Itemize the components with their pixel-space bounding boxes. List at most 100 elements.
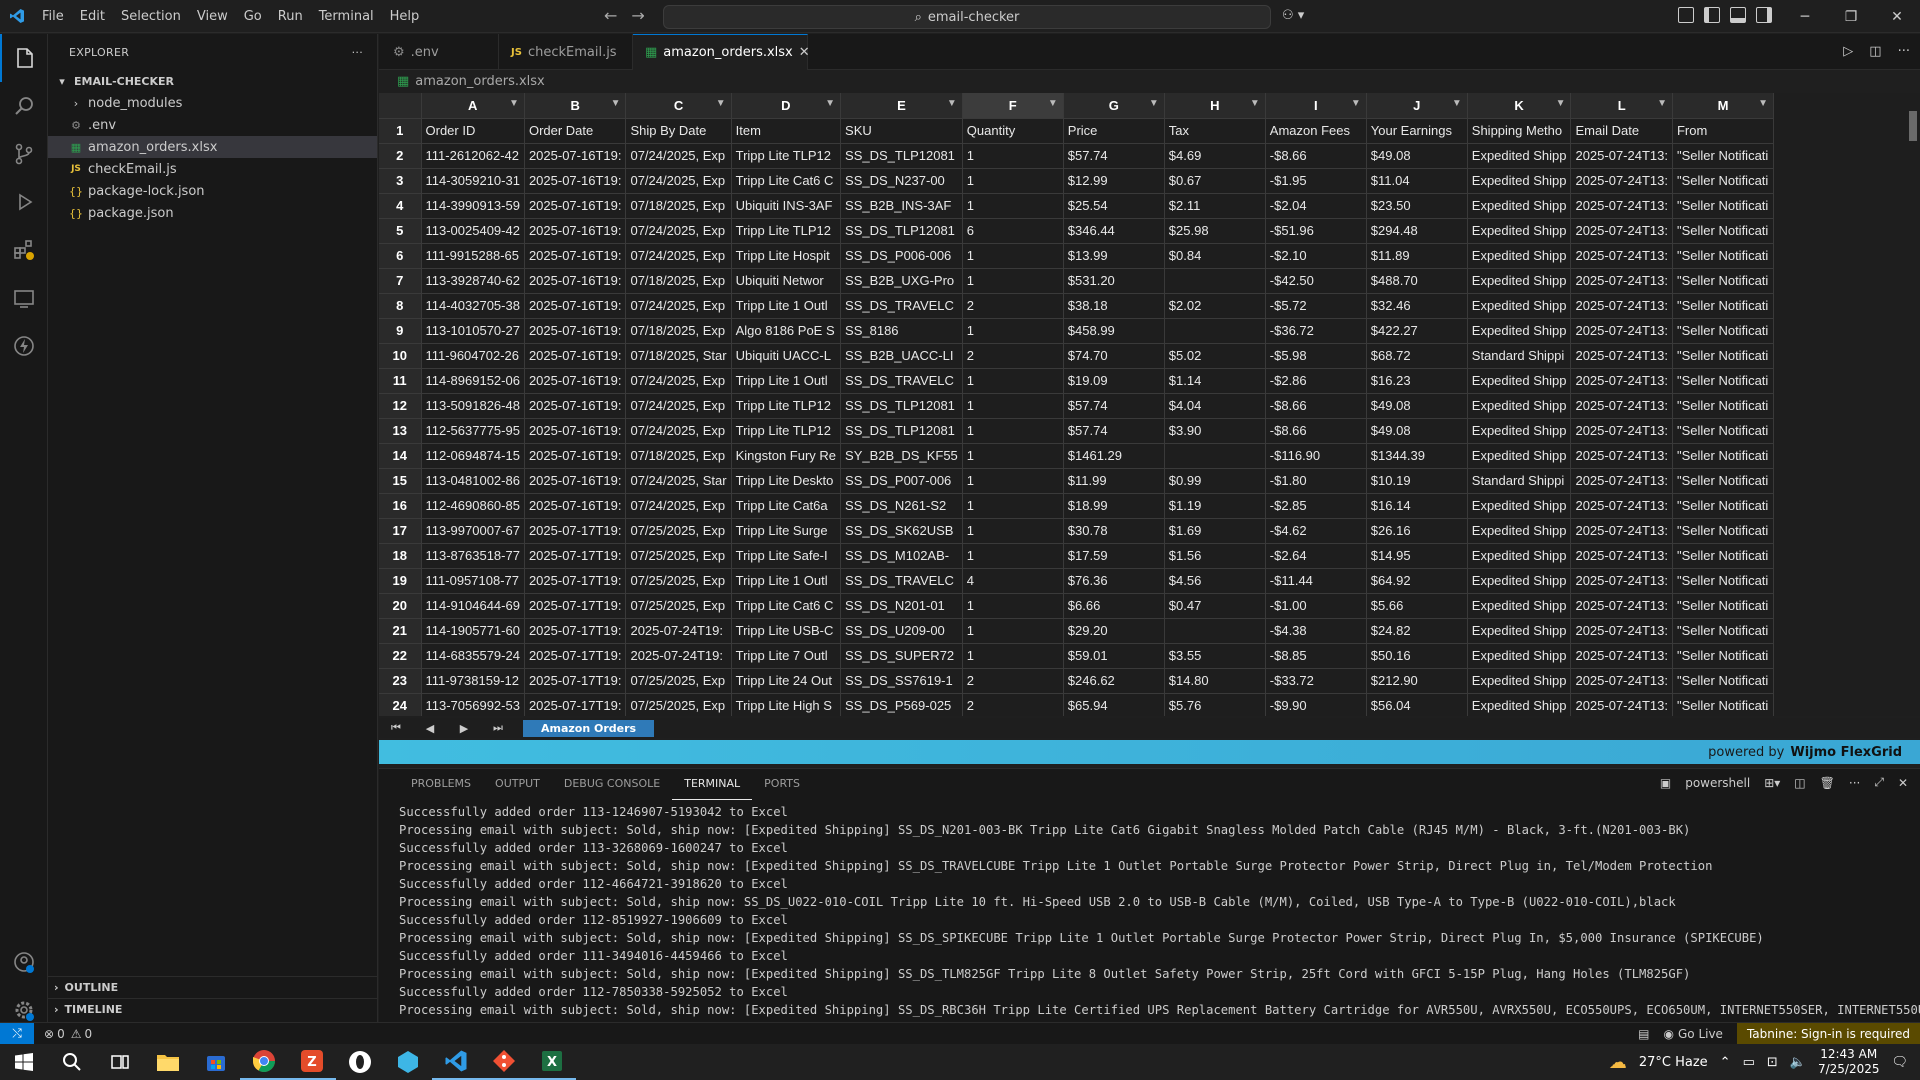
cell[interactable]: Tripp Lite 7 Outl	[731, 643, 842, 669]
cell[interactable]: $5.02	[1164, 343, 1266, 369]
tree-item-amazon-orders[interactable]: ▦ amazon_orders.xlsx	[48, 136, 377, 158]
cell[interactable]: Tripp Lite 1 Outl	[731, 368, 842, 394]
cell[interactable]: SS_B2B_INS-3AF	[840, 193, 963, 219]
cell[interactable]: Tax	[1164, 118, 1266, 144]
cell[interactable]: SS_DS_P007-006	[840, 468, 963, 494]
cell[interactable]: 2025-07-16T19:	[524, 218, 627, 244]
maximize-panel-icon[interactable]: ⤢	[1874, 775, 1884, 790]
notification-center-icon[interactable]: 🗨	[1891, 1055, 1908, 1070]
cell[interactable]: 2025-07-24T13:	[1570, 343, 1673, 369]
tree-item-package[interactable]: {} package.json	[48, 202, 377, 224]
cell[interactable]: "Seller Notificati	[1672, 693, 1774, 716]
app-hex-icon[interactable]	[384, 1044, 432, 1080]
cell[interactable]: 1	[962, 393, 1064, 419]
cell[interactable]: 2	[962, 343, 1064, 369]
filter-icon[interactable]: ▼	[716, 98, 726, 109]
cell[interactable]: Expedited Shipp	[1467, 568, 1572, 594]
customize-layout-icon[interactable]	[1678, 7, 1694, 23]
menu-run[interactable]: Run	[270, 0, 311, 33]
row-header[interactable]: 8	[379, 293, 422, 319]
cell[interactable]: Tripp Lite TLP12	[731, 393, 842, 419]
warning-icon[interactable]: ⚠	[71, 1027, 82, 1041]
cell[interactable]: From	[1672, 118, 1774, 144]
cell[interactable]: $4.04	[1164, 393, 1266, 419]
cell[interactable]: Tripp Lite Cat6a	[731, 493, 842, 519]
file-explorer-app-icon[interactable]	[144, 1044, 192, 1080]
tab-terminal[interactable]: TERMINAL	[672, 769, 753, 800]
cell[interactable]: $25.54	[1063, 193, 1165, 219]
cell[interactable]: 113-5091826-48	[421, 393, 525, 419]
weather-icon[interactable]: ☁	[1609, 1052, 1627, 1073]
cell[interactable]: $3.55	[1164, 643, 1266, 669]
row-header[interactable]: 11	[379, 368, 422, 394]
cell[interactable]: $57.74	[1063, 393, 1165, 419]
cell[interactable]: $29.20	[1063, 618, 1165, 644]
cell[interactable]: $16.23	[1366, 368, 1468, 394]
cell[interactable]: SS_8186	[840, 318, 963, 344]
cell[interactable]: 1	[962, 268, 1064, 294]
cell[interactable]: 1	[962, 243, 1064, 269]
cell[interactable]: "Seller Notificati	[1672, 143, 1774, 169]
cell[interactable]: 114-3990913-59	[421, 193, 525, 219]
cell[interactable]: $74.70	[1063, 343, 1165, 369]
column-header-m[interactable]: M ▼	[1672, 93, 1774, 119]
zoho-app-icon[interactable]: Z	[288, 1044, 336, 1080]
cell[interactable]: $3.90	[1164, 418, 1266, 444]
cell[interactable]: "Seller Notificati	[1672, 318, 1774, 344]
cell[interactable]: -$9.90	[1265, 693, 1367, 716]
cell[interactable]: 2025-07-24T13:	[1570, 618, 1673, 644]
menu-view[interactable]: View	[189, 0, 236, 33]
cell[interactable]: 2025-07-24T13:	[1570, 543, 1673, 569]
cell[interactable]: Tripp Lite 1 Outl	[731, 293, 842, 319]
tree-item-env[interactable]: ⚙ .env	[48, 114, 377, 136]
cell[interactable]: 07/24/2025, Exp	[625, 493, 732, 519]
cell[interactable]: $18.99	[1063, 493, 1165, 519]
row-header[interactable]: 20	[379, 593, 422, 619]
remote-indicator-icon[interactable]: ⤭	[0, 1022, 34, 1045]
cell[interactable]: $6.66	[1063, 593, 1165, 619]
cell[interactable]: Expedited Shipp	[1467, 593, 1572, 619]
cell[interactable]: Expedited Shipp	[1467, 193, 1572, 219]
cell[interactable]: 113-0481002-86	[421, 468, 525, 494]
cell[interactable]: 2025-07-16T19:	[524, 368, 627, 394]
cell[interactable]: $25.98	[1164, 218, 1266, 244]
vertical-scrollbar[interactable]	[1906, 93, 1920, 716]
tab-ports[interactable]: PORTS	[752, 769, 812, 799]
cell[interactable]: SS_DS_P569-025	[840, 693, 963, 716]
timeline-section[interactable]: › TIMELINE	[48, 998, 378, 1020]
menu-selection[interactable]: Selection	[113, 0, 189, 33]
row-header[interactable]: 21	[379, 618, 422, 644]
cell[interactable]: $0.84	[1164, 243, 1266, 269]
cell[interactable]: Expedited Shipp	[1467, 143, 1572, 169]
cell[interactable]: $14.80	[1164, 668, 1266, 694]
cell[interactable]: $56.04	[1366, 693, 1468, 716]
tree-item-checkemail[interactable]: JS checkEmail.js	[48, 158, 377, 180]
cell[interactable]: 114-1905771-60	[421, 618, 525, 644]
breadcrumb-file[interactable]: amazon_orders.xlsx	[415, 74, 544, 89]
cell[interactable]: 2025-07-16T19:	[524, 343, 627, 369]
cell[interactable]: -$8.66	[1265, 418, 1367, 444]
extensions-icon[interactable]	[0, 226, 48, 274]
cell[interactable]	[1164, 443, 1266, 469]
notifications-layout-icon[interactable]: ▤	[1638, 1027, 1649, 1041]
prev-sheet-icon[interactable]: ◀	[413, 722, 447, 735]
run-icon[interactable]: ▷	[1843, 44, 1853, 59]
cell[interactable]: $12.99	[1063, 168, 1165, 194]
cell[interactable]: 2025-07-24T13:	[1570, 243, 1673, 269]
cell[interactable]: Algo 8186 PoE S	[731, 318, 842, 344]
cell[interactable]: 2025-07-24T13:	[1570, 668, 1673, 694]
sheet-tab-amazon-orders[interactable]: Amazon Orders	[523, 719, 655, 737]
cell[interactable]: 2025-07-24T13:	[1570, 518, 1673, 544]
cell[interactable]: 2025-07-24T13:	[1570, 493, 1673, 519]
cell[interactable]: $458.99	[1063, 318, 1165, 344]
cell[interactable]: SS_DS_TRAVELC	[840, 368, 963, 394]
cell[interactable]: 07/24/2025, Exp	[625, 368, 732, 394]
cell[interactable]: 1	[962, 143, 1064, 169]
filter-icon[interactable]: ▼	[1556, 98, 1566, 109]
cell[interactable]: $1344.39	[1366, 443, 1468, 469]
cell[interactable]: $26.16	[1366, 518, 1468, 544]
cell[interactable]: "Seller Notificati	[1672, 193, 1774, 219]
cell[interactable]: Tripp Lite Deskto	[731, 468, 842, 494]
toggle-panel-icon[interactable]	[1730, 7, 1746, 23]
scrollbar-thumb[interactable]	[1909, 111, 1917, 141]
